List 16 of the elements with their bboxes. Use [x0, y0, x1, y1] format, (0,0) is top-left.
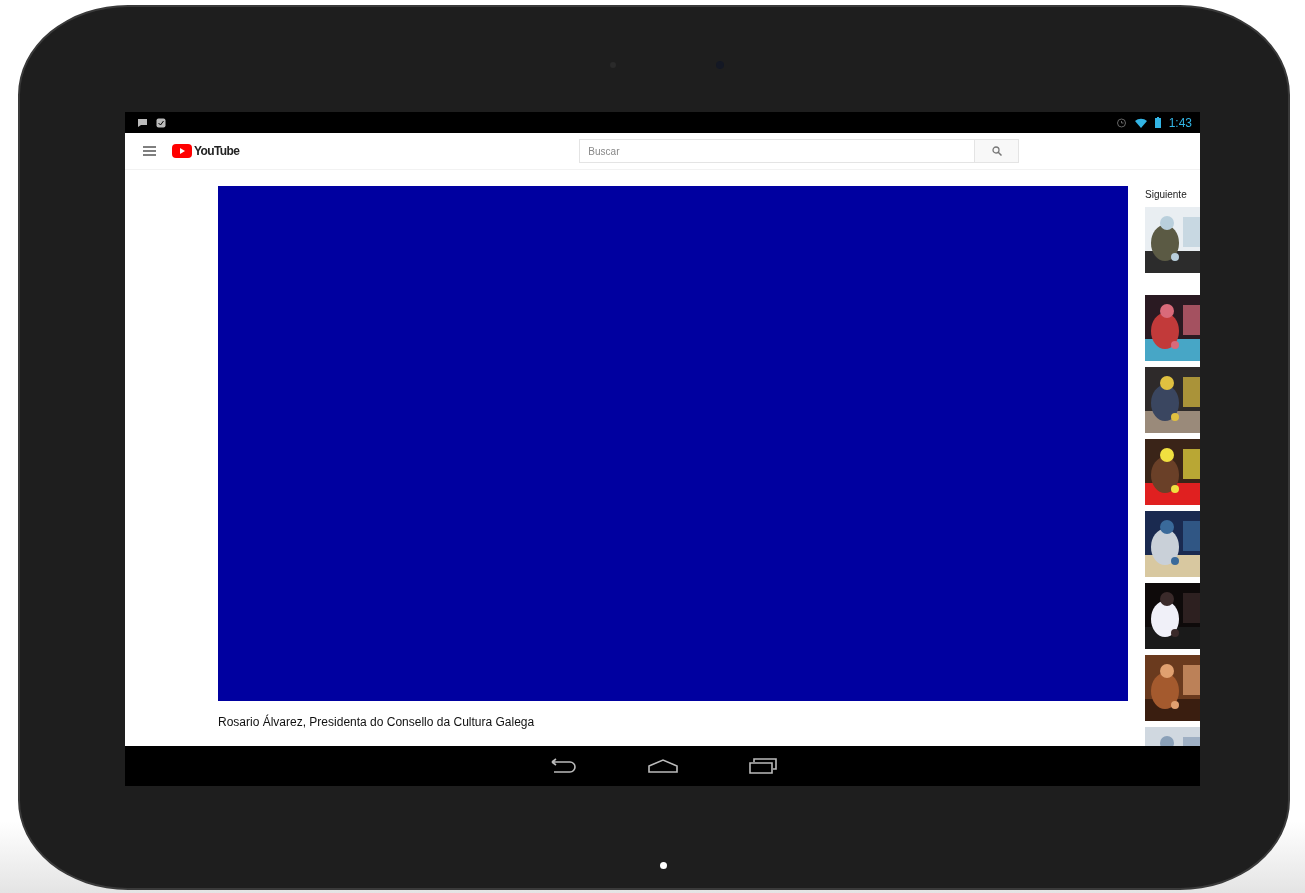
checkbox-notification-icon	[156, 117, 166, 128]
battery-icon	[1154, 117, 1161, 128]
status-time: 1:43	[1168, 115, 1192, 130]
chat-notification-icon	[137, 117, 148, 128]
video-title: Rosario Álvarez, Presidenta do Consello da Cultura Galega	[218, 715, 536, 729]
search-button[interactable]	[975, 139, 1020, 163]
recent-apps-button[interactable]	[747, 758, 778, 774]
sidebar-heading: Siguiente	[1145, 189, 1188, 200]
play-logo-icon	[172, 144, 192, 158]
logo-text[interactable]: YouTube	[194, 144, 240, 158]
wifi-icon	[1134, 117, 1147, 128]
menu-icon[interactable]	[143, 146, 156, 156]
alarm-icon	[1115, 117, 1127, 128]
home-button[interactable]	[647, 758, 678, 774]
search-icon	[991, 146, 1002, 156]
search-field[interactable]: Buscar	[579, 139, 976, 163]
